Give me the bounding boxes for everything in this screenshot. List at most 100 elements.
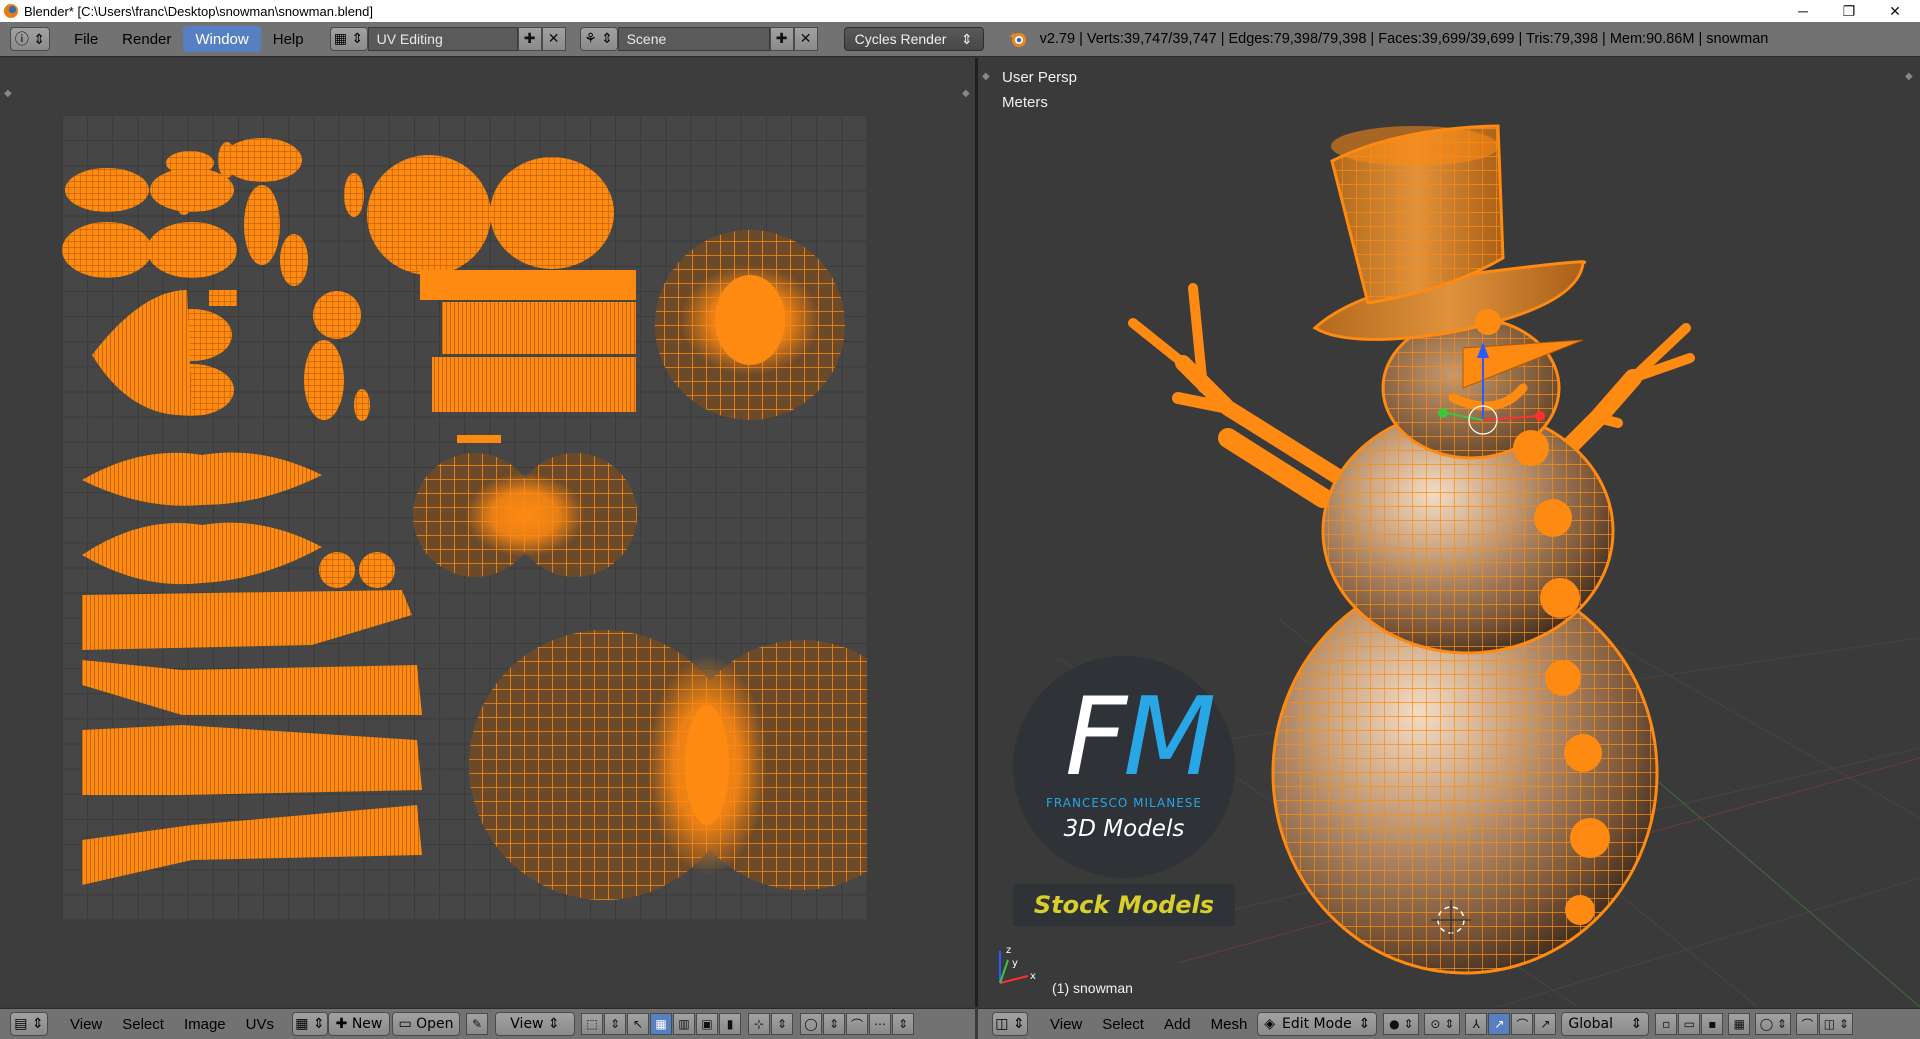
menu-uvs[interactable]: UVs <box>236 1016 284 1033</box>
add-scene-button[interactable]: ✚ <box>769 27 794 51</box>
face-select-icon[interactable]: ▣ <box>696 1013 718 1035</box>
rotate-manipulator-icon[interactable]: ⌒ <box>1511 1013 1534 1035</box>
image-browse-button[interactable]: ▦ ⇕ <box>292 1012 328 1036</box>
menu-help[interactable]: Help <box>261 26 316 52</box>
region-toggle-icon[interactable]: ◆ <box>4 88 14 99</box>
svg-text:y: y <box>1012 958 1018 969</box>
blender-logo-icon <box>1008 33 1026 47</box>
3d-viewport[interactable]: ◆ ◆ User Persp Meters z x y FM FRANCESCO… <box>978 58 1920 1007</box>
region-toggle-icon[interactable]: ◆ <box>962 88 972 99</box>
uv-island-small-parts <box>62 138 370 421</box>
image-editor-icon: ▤ ⇕ <box>14 1016 44 1032</box>
render-engine-dropdown[interactable]: Cycles Render ⇕ <box>843 27 984 51</box>
snap-element-icon[interactable]: ⋯ <box>869 1013 891 1035</box>
orientation-dropdown[interactable]: Global ⇕ <box>1561 1012 1650 1036</box>
menu-select[interactable]: Select <box>112 1016 174 1033</box>
limit-selection-icon[interactable]: ▦ <box>1728 1013 1751 1035</box>
edge-select-icon[interactable]: ▥ <box>673 1013 695 1035</box>
proportional-edit-icon[interactable]: ◯ ⇕ <box>1755 1013 1792 1035</box>
uv-image-editor[interactable]: ◆ ◆ <box>0 58 975 1007</box>
uv-island-middle <box>413 453 637 577</box>
close-button[interactable]: ✕ <box>1872 0 1918 22</box>
window-title: Blender* [C:\Users\franc\Desktop\snowman… <box>24 3 373 19</box>
view-mode-label: View <box>510 1016 544 1032</box>
uv-island-hat-strips <box>420 270 636 443</box>
viewport-shading-icon[interactable]: ● ⇕ <box>1383 1013 1420 1035</box>
scene-selector[interactable]: ⚘ ⇕ <box>579 27 618 51</box>
uv-pointer-icon[interactable]: ↖ <box>627 1013 649 1035</box>
new-image-button[interactable]: ✚ New <box>328 1012 390 1036</box>
uv-grid-canvas[interactable] <box>62 115 927 920</box>
menu-mesh[interactable]: Mesh <box>1201 1016 1258 1033</box>
screen-layout-field[interactable]: UV Editing <box>367 27 518 51</box>
minimize-button[interactable]: ─ <box>1780 0 1826 22</box>
uv-island-body <box>469 630 927 900</box>
uv-island-arms <box>82 452 395 588</box>
menu-add[interactable]: Add <box>1154 1016 1201 1033</box>
add-layout-button[interactable]: ✚ <box>517 27 542 51</box>
mode-dropdown[interactable]: ◈ Edit Mode ⇕ <box>1257 1012 1378 1036</box>
manipulator-toggle-icon[interactable]: ⅄ <box>1465 1013 1488 1035</box>
menu-view[interactable]: View <box>60 1016 112 1033</box>
delete-layout-button[interactable]: ✕ <box>541 27 566 51</box>
face-select-mode-icon[interactable]: ▪ <box>1701 1013 1724 1035</box>
plus-icon: ✚ <box>335 1016 352 1032</box>
menu-select[interactable]: Select <box>1092 1016 1154 1033</box>
editor-type-selector[interactable]: ▤ ⇕ <box>10 1012 48 1036</box>
orientation-label: Global <box>1568 1016 1614 1032</box>
snap-element-icon[interactable]: ◫ ⇕ <box>1819 1013 1854 1035</box>
island-select-icon[interactable]: ▮ <box>719 1013 741 1035</box>
updown-arrow-icon: ⇕ <box>1358 1016 1371 1032</box>
svg-text:z: z <box>1006 945 1011 956</box>
editor-type-selector[interactable]: ⓘ ⇕ <box>10 27 50 51</box>
snap-dropdown-icon[interactable]: ⇕ <box>892 1013 914 1035</box>
open-label: Open <box>416 1016 454 1032</box>
delete-scene-button[interactable]: ✕ <box>793 27 818 51</box>
info-header: ⓘ ⇕ File Render Window Help ▦ ⇕ UV Editi… <box>0 22 1920 57</box>
uv-select-icon[interactable]: ⇕ <box>604 1013 626 1035</box>
watermark-stock-label: Stock Models <box>1013 884 1235 926</box>
layout-icon: ▦ ⇕ <box>333 31 364 47</box>
vertex-select-mode-icon[interactable]: ▫ <box>1655 1013 1678 1035</box>
scale-manipulator-icon[interactable]: ↗ <box>1534 1013 1557 1035</box>
uv-editor-header: ▤ ⇕ View Select Image UVs ▦ ⇕ ✚ New ▭ Op… <box>0 1008 975 1039</box>
snap-icon[interactable]: ⌒ <box>1796 1013 1819 1035</box>
updown-arrow-icon: ⇕ <box>1630 1016 1643 1032</box>
proportional-edit-icon[interactable]: ◯ <box>800 1013 822 1035</box>
menu-window[interactable]: Window <box>183 26 261 52</box>
pivot-point-icon[interactable]: ⊙ ⇕ <box>1424 1013 1461 1035</box>
pin-icon[interactable]: ✎ <box>466 1013 488 1035</box>
view-mode-dropdown[interactable]: View ⇕ <box>495 1012 575 1036</box>
vertex-select-icon[interactable]: ▦ <box>650 1013 672 1035</box>
new-label: New <box>351 1016 383 1032</box>
snap-icon[interactable]: ⌒ <box>846 1013 868 1035</box>
3d-view-header: ◫ ⇕ View Select Add Mesh ◈ Edit Mode ⇕ ●… <box>978 1008 1920 1039</box>
proportional-dropdown-icon[interactable]: ⇕ <box>823 1013 845 1035</box>
open-image-button[interactable]: ▭ Open <box>392 1012 460 1036</box>
menu-view[interactable]: View <box>1040 1016 1092 1033</box>
folder-icon: ▭ <box>398 1016 417 1032</box>
translate-manipulator-icon[interactable]: ↗ <box>1488 1013 1511 1035</box>
scene-field[interactable]: Scene <box>617 27 770 51</box>
updown-arrow-icon: ⇕ <box>960 30 973 47</box>
editor-type-selector[interactable]: ◫ ⇕ <box>992 1012 1028 1036</box>
menu-image[interactable]: Image <box>174 1016 236 1033</box>
watermark-logo: FM FRANCESCO MILANESE 3D Models <box>1013 656 1235 878</box>
cube-icon: ◫ ⇕ <box>995 1016 1025 1032</box>
uv-sync-icon[interactable]: ⬚ <box>581 1013 603 1035</box>
snowman-eye <box>1475 309 1501 335</box>
menu-file[interactable]: File <box>62 26 110 52</box>
scene-statistics: v2.79 | Verts:39,747/39,747 | Edges:79,3… <box>1039 31 1769 47</box>
menu-render[interactable]: Render <box>110 26 183 52</box>
screen-layout-selector[interactable]: ▦ ⇕ <box>329 27 368 51</box>
pivot-icon[interactable]: ⊹ <box>748 1013 770 1035</box>
edge-select-mode-icon[interactable]: ▭ <box>1678 1013 1701 1035</box>
uv-islands[interactable] <box>62 115 927 920</box>
active-object-label: (1) snowman <box>1052 980 1133 996</box>
mode-label: Edit Mode <box>1282 1016 1352 1032</box>
render-engine-label: Cycles Render <box>854 31 947 47</box>
pivot-dropdown-icon[interactable]: ⇕ <box>771 1013 793 1035</box>
watermark-subtitle: 3D Models <box>1063 816 1185 842</box>
restore-button[interactable]: ❐ <box>1826 0 1872 22</box>
watermark-f: F <box>1065 675 1127 800</box>
